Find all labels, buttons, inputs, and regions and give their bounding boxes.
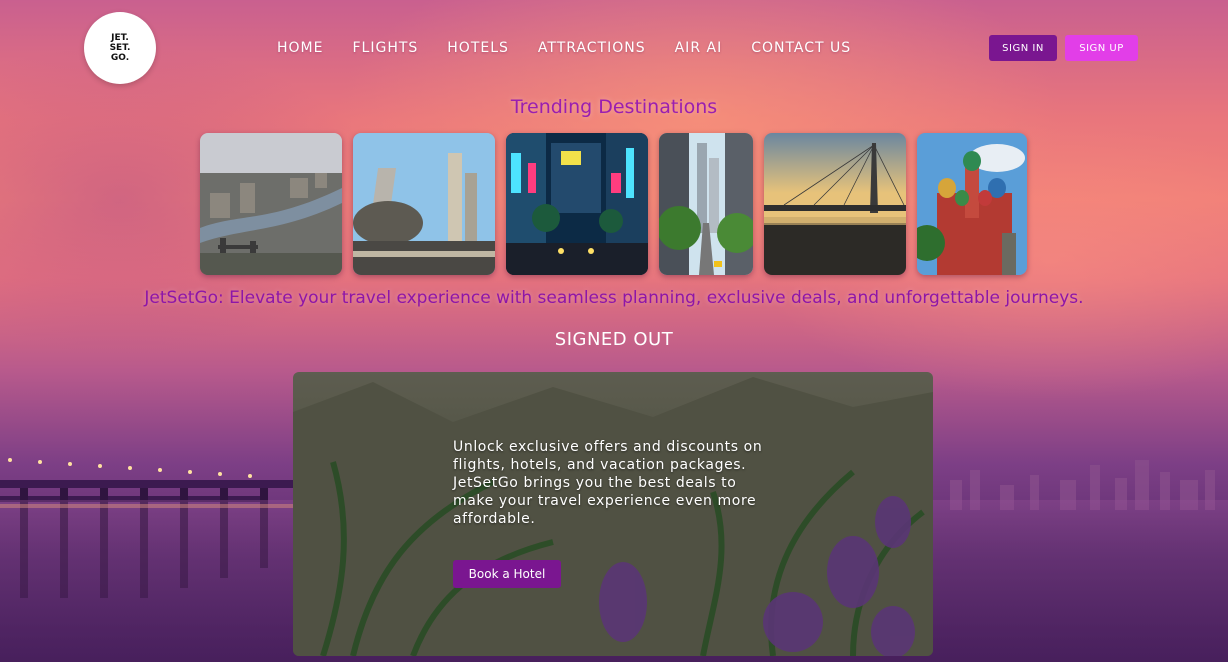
sign-up-button[interactable]: SIGN UP: [1065, 35, 1138, 61]
destination-image: [917, 133, 1027, 275]
trending-title: Trending Destinations: [510, 96, 718, 118]
destination-card-moscow[interactable]: [917, 133, 1027, 275]
destination-card-tokyo[interactable]: [506, 133, 648, 275]
nav-hotels[interactable]: HOTELS: [447, 38, 509, 58]
destination-image: [200, 133, 342, 275]
nav-attractions[interactable]: ATTRACTIONS: [538, 38, 646, 58]
promo-panel: Unlock exclusive offers and discounts on…: [293, 372, 933, 656]
destination-image: [659, 133, 753, 275]
destination-image: [506, 133, 648, 275]
nav-air-ai[interactable]: AIR AI: [675, 38, 723, 58]
destination-image: [764, 133, 906, 275]
sign-in-button[interactable]: SIGN IN: [989, 35, 1057, 61]
nav-contact-us[interactable]: CONTACT US: [751, 38, 851, 58]
auth-status: SIGNED OUT: [554, 329, 674, 350]
destination-card-mumbai[interactable]: [764, 133, 906, 275]
background-skyline: [950, 460, 1215, 510]
logo-text: JET. SET. GO.: [109, 33, 131, 63]
background-bridge: [0, 458, 300, 598]
destination-card-singapore[interactable]: [353, 133, 495, 275]
tagline: JetSetGo: Elevate your travel experience…: [144, 288, 1084, 308]
nav-flights[interactable]: FLIGHTS: [352, 38, 418, 58]
destination-image: [353, 133, 495, 275]
logo[interactable]: JET. SET. GO.: [84, 12, 156, 84]
promo-text: Unlock exclusive offers and discounts on…: [453, 439, 763, 527]
nav-home[interactable]: HOME: [277, 38, 323, 58]
book-hotel-button[interactable]: Book a Hotel: [453, 560, 561, 588]
destination-card-new-york[interactable]: [659, 133, 753, 275]
destination-card-london[interactable]: [200, 133, 342, 275]
main-nav: HOME FLIGHTS HOTELS ATTRACTIONS AIR AI C…: [277, 38, 851, 58]
